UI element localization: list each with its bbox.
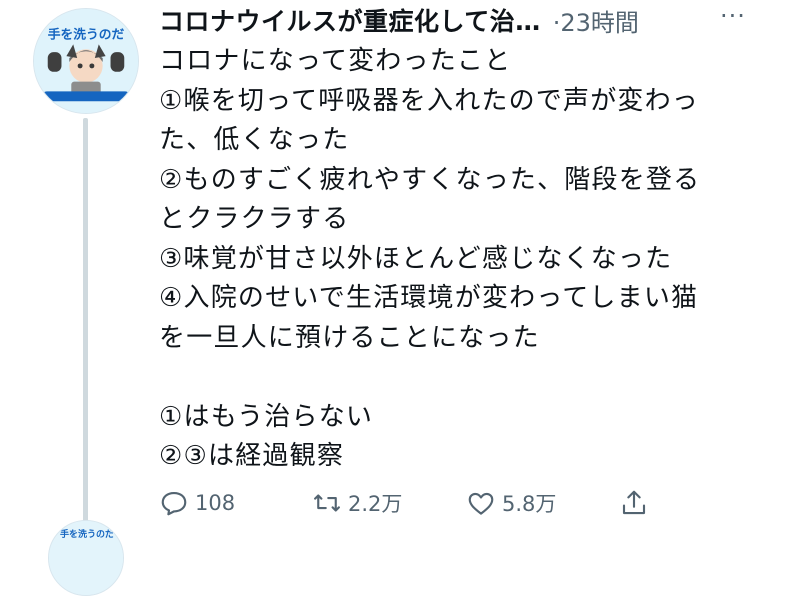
retweet-button[interactable]: 2.2万 — [312, 488, 402, 518]
tweet-line: ③味覚が甘さ以外ほとんど感じなくなった — [159, 243, 673, 274]
thread-line — [83, 118, 88, 522]
reply-button[interactable]: 108 — [159, 488, 235, 518]
tweet-line: ②③は経過観察 — [159, 441, 345, 471]
tweet-line: とクラクラする — [159, 204, 350, 234]
next-avatar-title: 手を洗うのだ — [60, 528, 114, 540]
reply-count: 108 — [195, 491, 236, 515]
timestamp[interactable]: ·23時間 — [553, 3, 639, 38]
retweet-icon — [314, 494, 340, 512]
tweet-line: ④入院のせいで生活環境が変わってしまい猫 — [159, 283, 699, 313]
tweet-line: ①喉を切って呼吸器を入れたので声が変わっ — [159, 85, 700, 116]
tweet-line: た、低くなった — [159, 125, 350, 155]
avatar-title: 手を洗うのだ — [48, 26, 125, 42]
avatar-illustration: 手を洗うのだ — [34, 9, 138, 113]
tweet-text: コロナになって変わったこと ①喉を切って呼吸器を入れたので声が変わっ た、低くな… — [159, 42, 759, 477]
like-button[interactable]: 5.8万 — [466, 488, 556, 518]
next-avatar-illustration: 手を洗うのだ — [49, 521, 123, 595]
tweet-header: コロナウイルスが重症化して治… ·23時間 — [159, 0, 787, 40]
tweet-line: ②ものすごく疲れやすくなった、階段を登る — [159, 164, 701, 195]
tweet-line: コロナになって変わったこと — [159, 46, 512, 76]
avatar[interactable]: 手を洗うのだ — [33, 8, 139, 114]
tweet-line: を一旦人に預けることになった — [159, 322, 540, 353]
like-count: 5.8万 — [502, 492, 557, 516]
more-options-button[interactable]: ··· — [720, 2, 746, 30]
next-tweet-avatar[interactable]: 手を洗うのだ — [48, 520, 124, 596]
share-icon — [622, 490, 646, 515]
tweet-line: ①はもう治らない — [159, 401, 374, 432]
display-name[interactable]: コロナウイルスが重症化して治… — [159, 2, 541, 38]
heart-icon — [468, 492, 494, 515]
reply-icon — [161, 491, 187, 516]
retweet-count: 2.2万 — [348, 492, 403, 516]
tweet-actions: 108 2.2万 5.8万 — [159, 488, 679, 528]
share-button[interactable] — [619, 488, 655, 518]
